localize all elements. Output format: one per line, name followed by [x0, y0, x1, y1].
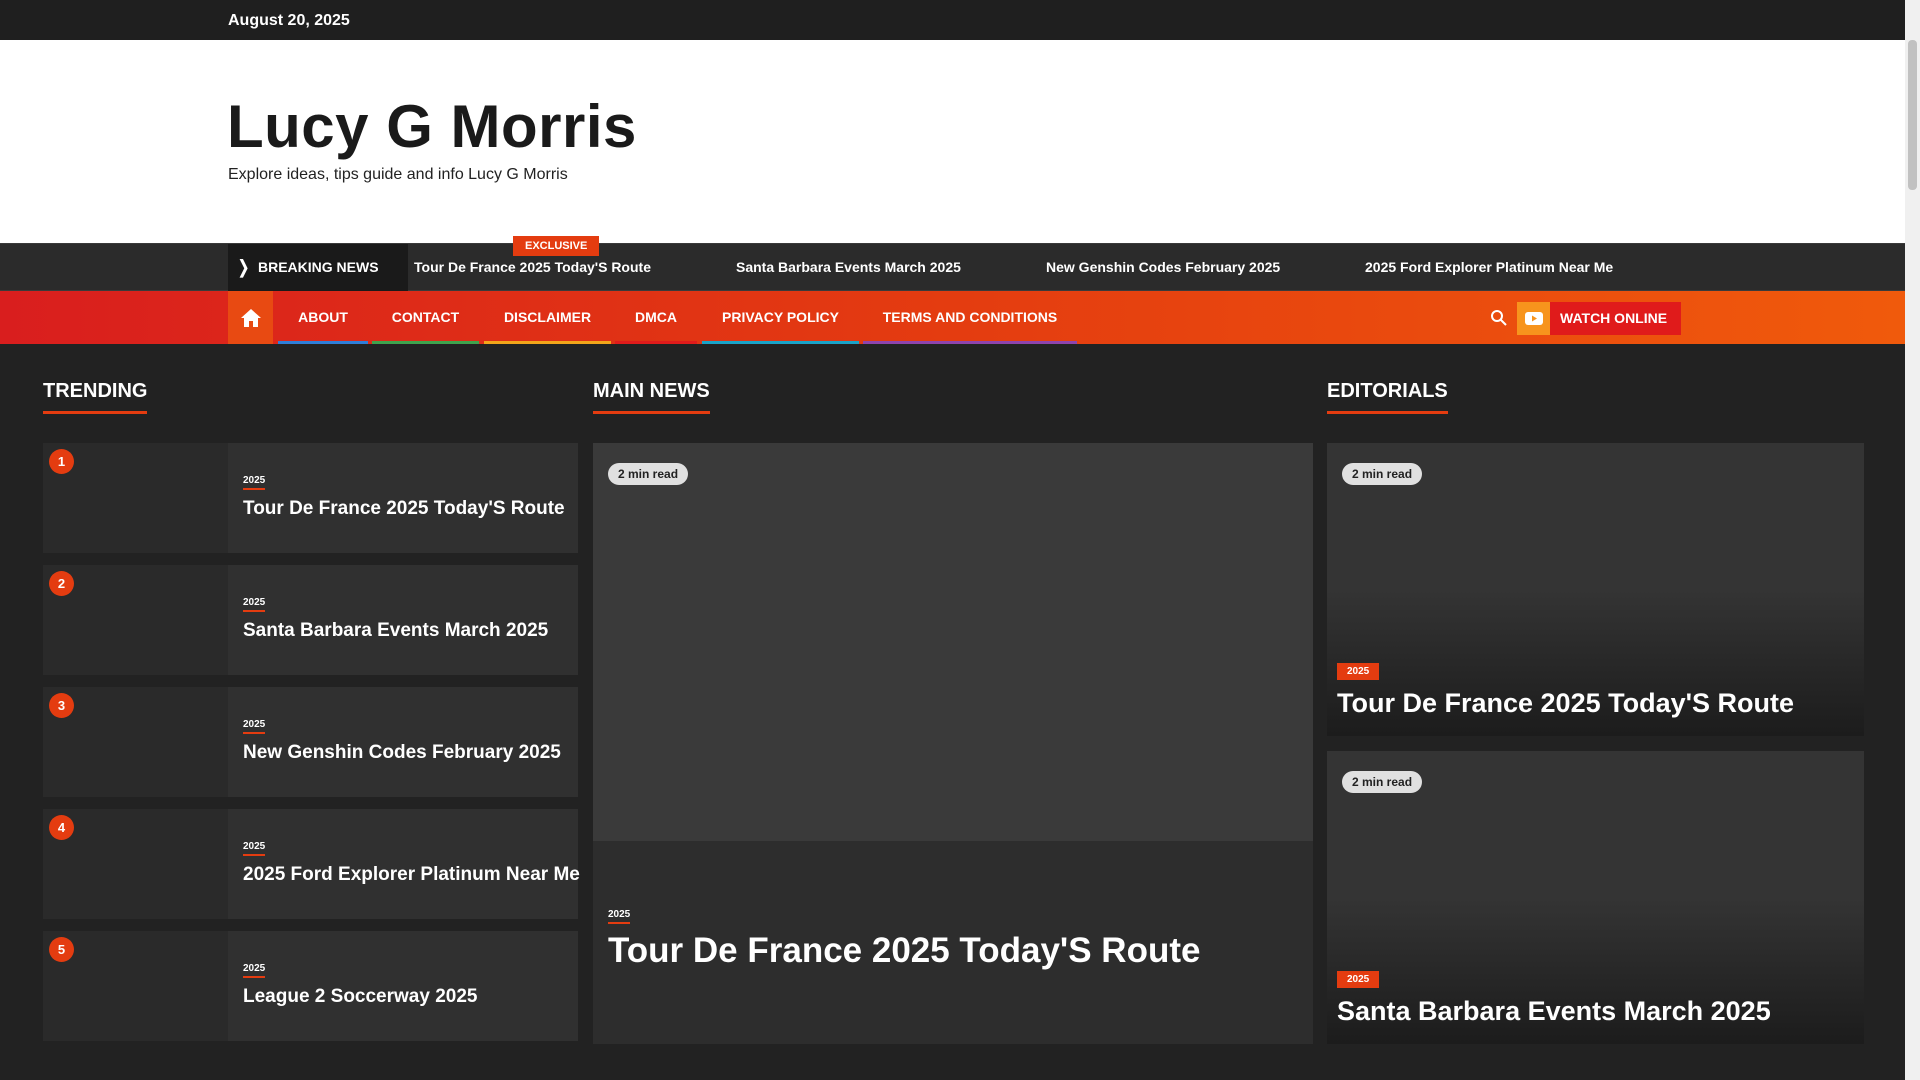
nav-about[interactable]: ABOUT [278, 291, 368, 344]
site-header: Lucy G Morris Explore ideas, tips guide … [0, 40, 1905, 243]
breaking-news-text: BREAKING NEWS [258, 259, 379, 275]
trending-item[interactable]: 4 2025 2025 Ford Explorer Platinum Near … [43, 809, 580, 919]
ticker-item[interactable]: Santa Barbara Events March 2025 [736, 259, 961, 275]
trending-rank: 5 [49, 937, 74, 962]
breaking-news-label: ❭ BREAKING NEWS EXCLUSIVE [228, 236, 600, 291]
editorial-card[interactable]: 2 min read 2025 Tour De France 2025 Toda… [1327, 443, 1864, 736]
current-date: August 20, 2025 [228, 12, 350, 29]
nav-contact[interactable]: CONTACT [372, 291, 479, 344]
category-link[interactable]: 2025 [243, 597, 266, 612]
category-link[interactable]: 2025 [243, 841, 266, 856]
ticker-item[interactable]: New Genshin Codes February 2025 [1046, 259, 1280, 275]
trending-rank: 3 [49, 693, 74, 718]
category-link[interactable]: 2025 [1337, 663, 1380, 680]
nav-privacy-policy[interactable]: PRIVACY POLICY [702, 291, 859, 344]
top-bar: August 20, 2025 [0, 0, 1905, 40]
trending-rank: 1 [49, 449, 74, 474]
ticker-item[interactable]: Tour De France 2025 Today'S Route [414, 259, 651, 275]
watch-online-button[interactable]: WATCH ONLINE [1517, 302, 1682, 335]
trending-rank: 2 [49, 571, 74, 596]
breaking-news-bar: ❭ BREAKING NEWS EXCLUSIVE Tour De France… [0, 236, 1905, 291]
page: August 20, 2025 Lucy G Morris Explore id… [0, 0, 1905, 1080]
category-link[interactable]: 2025 [1337, 971, 1380, 988]
trending-item[interactable]: 3 2025 New Genshin Codes February 2025 [43, 687, 578, 797]
editorial-card[interactable]: 2 min read 2025 Santa Barbara Events Mar… [1327, 751, 1864, 1044]
main-news-headline[interactable]: Tour De France 2025 Today'S Route [608, 931, 1200, 971]
trending-title: TRENDING [43, 380, 148, 414]
main-navigation: ABOUT CONTACT DISCLAIMER DMCA PRIVACY PO… [0, 291, 1905, 344]
trending-item[interactable]: 5 2025 League 2 Soccerway 2025 [43, 931, 578, 1041]
read-time-badge: 2 min read [608, 463, 689, 485]
editorials-title: EDITORIALS [1327, 380, 1448, 414]
watch-online-label: WATCH ONLINE [1550, 302, 1682, 335]
category-link[interactable]: 2025 [608, 909, 631, 924]
youtube-icon [1517, 302, 1550, 335]
nav-dmca[interactable]: DMCA [615, 291, 697, 344]
trending-item-title[interactable]: New Genshin Codes February 2025 [243, 742, 561, 764]
category-link[interactable]: 2025 [243, 475, 266, 490]
exclusive-badge: EXCLUSIVE [513, 236, 600, 256]
trending-item[interactable]: 2 2025 Santa Barbara Events March 2025 [43, 565, 578, 675]
ticker-item[interactable]: 2025 Ford Explorer Platinum Near Me [1365, 259, 1613, 275]
editorial-title[interactable]: Santa Barbara Events March 2025 [1337, 996, 1771, 1027]
search-icon[interactable] [1490, 309, 1508, 327]
editorial-title[interactable]: Tour De France 2025 Today'S Route [1337, 688, 1794, 719]
trending-rank: 4 [49, 815, 74, 840]
trending-item-title[interactable]: Tour De France 2025 Today'S Route [243, 498, 565, 520]
site-tagline: Explore ideas, tips guide and info Lucy … [228, 166, 568, 183]
read-time-badge: 2 min read [1342, 771, 1423, 793]
category-link[interactable]: 2025 [243, 963, 266, 978]
home-icon [240, 308, 261, 327]
site-title[interactable]: Lucy G Morris [227, 92, 637, 161]
trending-item[interactable]: 1 2025 Tour De France 2025 Today'S Route [43, 443, 578, 553]
main-news-card[interactable]: 2 min read 2025 Tour De France 2025 Toda… [593, 443, 1313, 1044]
read-time-badge: 2 min read [1342, 463, 1423, 485]
main-news-title: MAIN NEWS [593, 380, 710, 414]
page-scrollbar[interactable] [1905, 0, 1920, 1080]
chevron-right-icon: ❭ [236, 257, 252, 277]
trending-item-title[interactable]: League 2 Soccerway 2025 [243, 986, 477, 1008]
home-button[interactable] [228, 291, 273, 344]
trending-item-title[interactable]: Santa Barbara Events March 2025 [243, 620, 548, 642]
trending-item-title[interactable]: 2025 Ford Explorer Platinum Near Me [243, 864, 580, 886]
nav-terms-and-conditions[interactable]: TERMS AND CONDITIONS [863, 291, 1077, 344]
category-link[interactable]: 2025 [243, 719, 266, 734]
nav-disclaimer[interactable]: DISCLAIMER [484, 291, 611, 344]
scrollbar-thumb[interactable] [1908, 40, 1917, 190]
